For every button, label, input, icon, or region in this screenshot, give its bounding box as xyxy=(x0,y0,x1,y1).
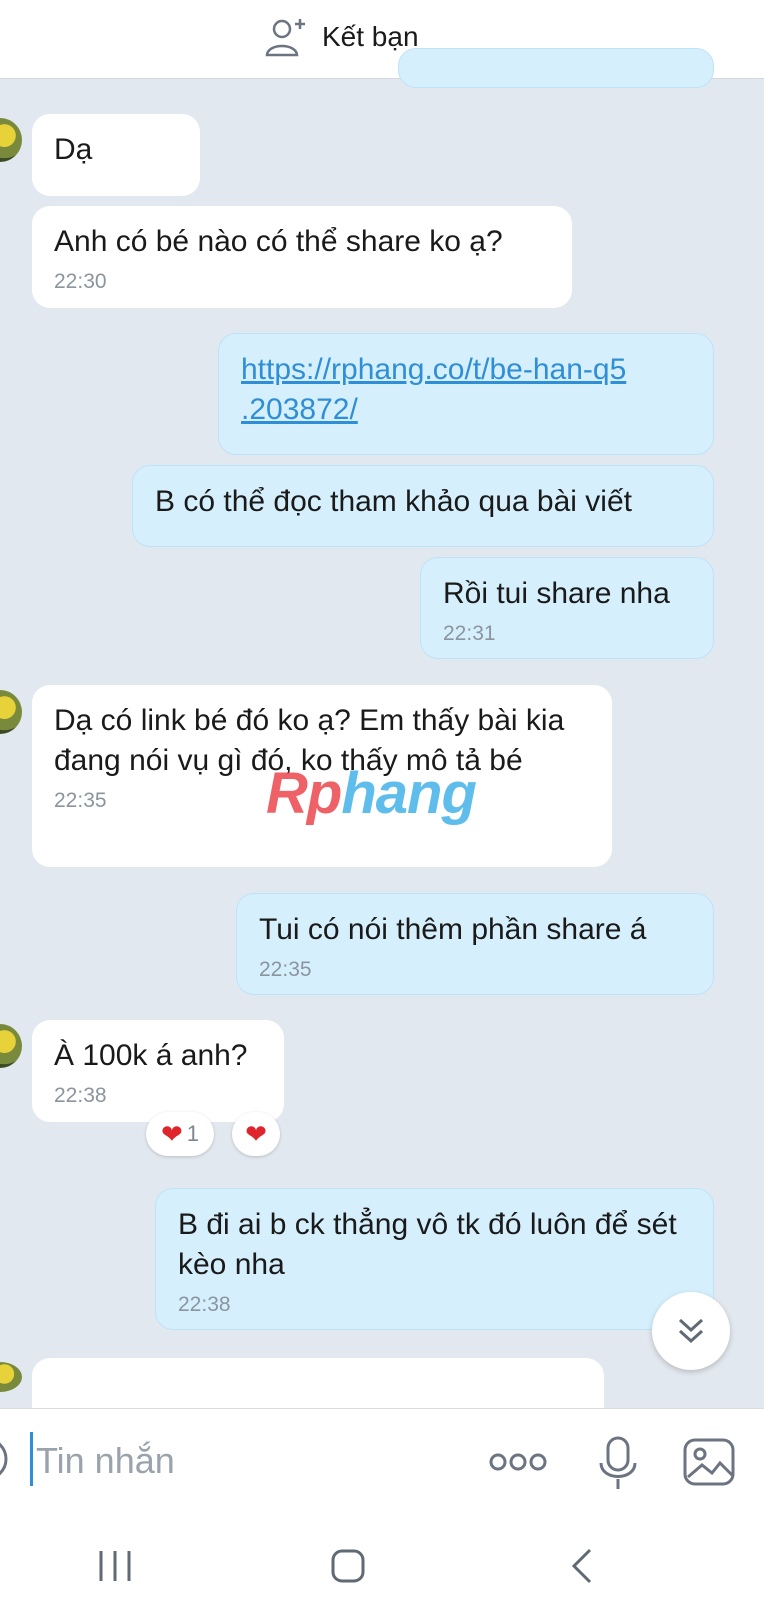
react-button[interactable]: ❤ xyxy=(232,1112,280,1156)
microphone-icon[interactable] xyxy=(596,1435,640,1493)
message-text: B có thể đọc tham khảo qua bài viết xyxy=(155,485,632,518)
watermark-part1: Rp xyxy=(266,761,342,826)
add-user-icon xyxy=(265,19,305,57)
message-time: 22:38 xyxy=(178,1293,231,1316)
emoji-icon[interactable] xyxy=(0,1433,14,1485)
message-time: 22:35 xyxy=(259,958,312,981)
message-input[interactable]: Tin nhắn xyxy=(36,1440,175,1482)
watermark-part2: hang xyxy=(341,761,477,826)
message-time: 22:30 xyxy=(54,270,107,293)
contact-avatar[interactable] xyxy=(0,1024,22,1068)
image-icon[interactable] xyxy=(682,1437,736,1487)
message-text: Rồi tui share nha xyxy=(443,577,670,610)
reaction-count: 1 xyxy=(186,1121,200,1146)
home-icon[interactable] xyxy=(330,1548,366,1584)
reaction-summary[interactable]: ❤ 1 xyxy=(146,1112,214,1156)
heart-icon: ❤ xyxy=(245,1118,267,1149)
back-icon[interactable] xyxy=(568,1546,596,1586)
text-cursor xyxy=(30,1432,33,1486)
add-friend-button[interactable]: Kết bạn xyxy=(264,12,419,62)
contact-avatar[interactable] xyxy=(0,1362,22,1392)
message-bubble-incoming[interactable]: Dạ xyxy=(32,114,200,196)
message-text: Dạ xyxy=(54,133,93,166)
scroll-to-bottom-button[interactable] xyxy=(652,1292,730,1370)
contact-avatar[interactable] xyxy=(0,690,22,734)
link-line: .203872/ xyxy=(241,393,358,426)
message-text: À 100k á anh? xyxy=(54,1039,248,1072)
contact-avatar[interactable] xyxy=(0,118,22,162)
message-time: 22:31 xyxy=(443,622,496,645)
heart-icon: ❤ xyxy=(160,1118,183,1149)
add-friend-label: Kết bạn xyxy=(322,21,419,52)
double-chevron-down-icon xyxy=(678,1318,704,1344)
message-text: Anh có bé nào có thể share ko ạ? xyxy=(54,225,503,258)
message-bubble-incoming[interactable]: À 100k á anh? 22:38 xyxy=(32,1020,284,1122)
message-link[interactable]: https://rphang.co/t/be-han-q5 .203872/ xyxy=(241,350,691,430)
message-bubble-incoming[interactable]: Anh có bé nào có thể share ko ạ? 22:30 xyxy=(32,206,572,308)
message-bubble-outgoing[interactable]: Tui có nói thêm phần share á 22:35 xyxy=(236,893,714,995)
link-line: https://rphang.co/t/be-han-q5 xyxy=(241,353,627,386)
message-time: 22:38 xyxy=(54,1084,107,1107)
message-text: Tui có nói thêm phần share á xyxy=(259,913,647,946)
message-bubble-outgoing[interactable]: B đi ai b ck thẳng vô tk đó luôn để sét … xyxy=(155,1188,714,1330)
system-nav-bar xyxy=(0,1518,764,1600)
message-bubble-partial[interactable] xyxy=(32,1358,604,1408)
message-bubble-partial[interactable] xyxy=(398,48,714,88)
more-options-icon[interactable] xyxy=(488,1447,548,1477)
message-bubble-outgoing[interactable]: B có thể đọc tham khảo qua bài viết xyxy=(132,465,714,547)
message-bubble-outgoing[interactable]: Rồi tui share nha 22:31 xyxy=(420,557,714,659)
message-bubble-outgoing[interactable]: https://rphang.co/t/be-han-q5 .203872/ xyxy=(218,333,714,455)
message-text: B đi ai b ck thẳng vô tk đó luôn để sét … xyxy=(178,1208,677,1281)
watermark-logo: Rphang xyxy=(266,760,477,827)
recent-apps-icon[interactable] xyxy=(96,1548,134,1584)
